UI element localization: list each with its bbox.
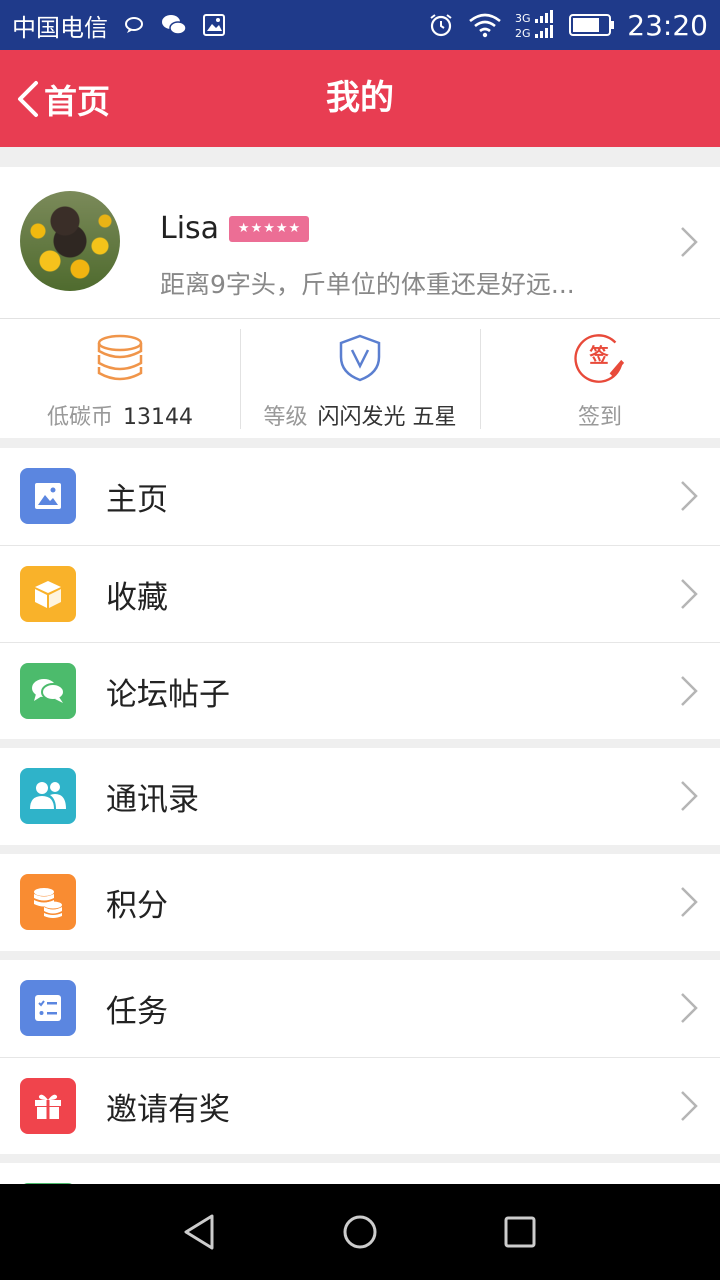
screen: 中国电信 3G 2G 23:20 首页 我的 Lisa ★ ★ ★ ★ ★ 距离…	[0, 0, 720, 1280]
star-icon: ★	[288, 221, 301, 236]
stat-text: 低碳币 13144	[47, 399, 193, 431]
chevron-right-icon	[681, 887, 698, 917]
wechat-icon	[160, 11, 188, 39]
status-bar: 中国电信 3G 2G 23:20	[0, 0, 720, 50]
title-bar: 首页 我的	[0, 50, 720, 147]
gallery-icon	[200, 11, 228, 39]
system-navigation-bar	[0, 1184, 720, 1280]
menu-item-label: 邀请有奖	[106, 1091, 230, 1128]
stat-carbon-coins[interactable]: 低碳币 13144	[0, 319, 240, 438]
menu-item-invite-rewards[interactable]: 邀请有奖	[0, 1057, 720, 1154]
task-list-icon	[20, 980, 76, 1036]
svg-text:3G: 3G	[515, 12, 531, 25]
wifi-icon	[467, 11, 503, 39]
menu-item-favorites[interactable]: 收藏	[0, 545, 720, 642]
menu-item-label: 通讯录	[106, 782, 199, 818]
menu-group-4: 任务 邀请有奖	[0, 960, 720, 1154]
stat-level[interactable]: 等级 闪闪发光 五星	[240, 319, 480, 438]
star-icon: ★	[237, 221, 250, 236]
back-button[interactable]: 首页	[14, 50, 110, 147]
chevron-right-icon	[681, 579, 698, 609]
clock: 23:20	[627, 8, 708, 42]
menu-item-tasks[interactable]: 任务	[0, 960, 720, 1057]
page-title: 我的	[326, 78, 394, 118]
box-icon	[20, 566, 76, 622]
chevron-right-icon	[681, 1091, 698, 1121]
status-right: 3G 2G 23:20	[427, 9, 708, 42]
menu-item-forum-posts[interactable]: 论坛帖子	[0, 642, 720, 739]
chevron-right-icon	[681, 227, 698, 257]
image-icon	[20, 468, 76, 524]
carrier-label: 中国电信	[12, 13, 108, 42]
stat-text: 签到	[578, 399, 622, 431]
menu-item-homepage[interactable]: 主页	[0, 448, 720, 545]
menu-item-label: 主页	[106, 482, 168, 518]
menu-item-label: 任务	[106, 994, 168, 1030]
stat-value: 闪闪发光 五星	[317, 405, 457, 430]
sign-in-icon: 签	[573, 331, 627, 385]
coins-icon	[93, 331, 147, 385]
stat-text: 等级 闪闪发光 五星	[263, 399, 456, 431]
menu-group-1: 主页 收藏 论坛帖子	[0, 448, 720, 739]
menu-group-3: 积分	[0, 854, 720, 951]
message-icon	[120, 11, 148, 39]
star-icon: ★	[275, 221, 288, 236]
chevron-right-icon	[681, 481, 698, 511]
sign-in-glyph: 签	[588, 344, 609, 367]
chevron-left-icon	[18, 80, 38, 117]
menu-item-label: 积分	[106, 888, 168, 924]
stat-label: 低碳币	[46, 405, 113, 430]
stat-label: 签到	[577, 405, 622, 430]
profile-card[interactable]: Lisa ★ ★ ★ ★ ★ 距离9字头，斤单位的体重还是好远...	[0, 167, 720, 318]
star-icon: ★	[263, 221, 275, 236]
stat-value: 13144	[123, 405, 193, 430]
menu-item-contacts[interactable]: 通讯录	[0, 748, 720, 845]
profile-name-row: Lisa ★ ★ ★ ★ ★	[160, 211, 310, 246]
avatar[interactable]	[20, 191, 120, 291]
stat-sign-in[interactable]: 签 签到	[480, 319, 720, 438]
nav-recents-button[interactable]	[490, 1202, 550, 1262]
profile-name: Lisa	[160, 211, 220, 246]
stat-label: 等级	[263, 405, 308, 430]
menu-item-label: 收藏	[106, 579, 168, 616]
circle-home-icon	[343, 1215, 377, 1249]
square-recents-icon	[504, 1216, 536, 1248]
contacts-icon	[20, 768, 76, 824]
signal-icon: 3G 2G	[515, 10, 557, 40]
star-icon: ★	[250, 221, 263, 236]
chevron-right-icon	[681, 993, 698, 1023]
back-label: 首页	[44, 81, 110, 121]
star-rating-badge: ★ ★ ★ ★ ★	[229, 215, 310, 242]
nav-home-button[interactable]	[330, 1202, 390, 1262]
chevron-right-icon	[681, 676, 698, 706]
stats-bar: 低碳币 13144 等级 闪闪发光 五星 签 签到	[0, 318, 720, 438]
triangle-back-icon	[184, 1214, 214, 1250]
chevron-right-icon	[681, 781, 698, 811]
menu-item-points[interactable]: 积分	[0, 854, 720, 951]
nav-back-button[interactable]	[170, 1202, 230, 1262]
svg-text:2G: 2G	[515, 27, 531, 40]
profile-signature: 距离9字头，斤单位的体重还是好远...	[160, 270, 575, 299]
gift-icon	[20, 1078, 76, 1134]
alarm-icon	[427, 11, 455, 39]
chat-icon	[20, 663, 76, 719]
points-icon	[20, 874, 76, 930]
shield-v-icon	[333, 331, 387, 385]
menu-group-2: 通讯录	[0, 748, 720, 845]
status-left: 中国电信	[12, 8, 228, 43]
menu-item-label: 论坛帖子	[106, 676, 230, 713]
battery-icon	[569, 11, 615, 39]
